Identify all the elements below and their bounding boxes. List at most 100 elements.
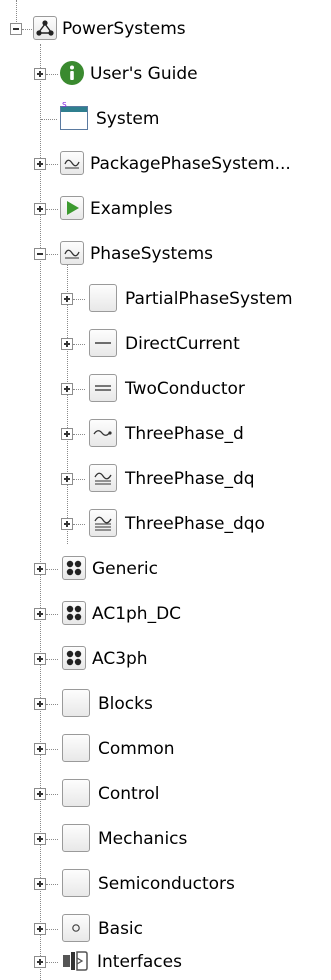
tree-node-users-guide[interactable]: User's Guide (0, 56, 331, 92)
package-icon (62, 779, 90, 807)
tree-line (46, 794, 58, 795)
tree-node-phasesystems[interactable]: PhaseSystems (0, 236, 331, 272)
ac-wave-icon (60, 151, 84, 175)
node-label: Mechanics (98, 829, 188, 849)
expand-toggle[interactable] (34, 158, 46, 170)
tree-line (73, 299, 85, 300)
node-label: Blocks (98, 694, 153, 714)
circle-package-icon (62, 914, 90, 942)
expand-toggle[interactable] (34, 68, 46, 80)
info-icon (60, 61, 84, 85)
dots-grid-icon (62, 646, 86, 670)
node-label: ThreePhase_dq (125, 469, 255, 489)
expand-toggle[interactable] (34, 788, 46, 800)
expand-toggle[interactable] (34, 698, 46, 710)
play-icon (60, 196, 84, 220)
expand-toggle[interactable] (34, 608, 46, 620)
tree-node-examples[interactable]: Examples (0, 191, 331, 227)
expand-toggle[interactable] (34, 833, 46, 845)
tree-line (73, 524, 85, 525)
tree-line (46, 962, 58, 963)
node-label: PowerSystems (62, 19, 186, 39)
node-label: Examples (90, 199, 173, 219)
expand-toggle[interactable] (34, 956, 46, 968)
package-icon (62, 869, 90, 897)
connector-icon (61, 947, 89, 975)
tree-node-packagephasesystem[interactable]: PackagePhaseSystem... (0, 146, 331, 182)
tree-line (46, 569, 58, 570)
expand-toggle[interactable] (34, 203, 46, 215)
node-label: Basic (98, 919, 144, 939)
node-label: PackagePhaseSystem... (90, 154, 291, 174)
expand-toggle[interactable] (61, 473, 73, 485)
dots-grid-icon (62, 601, 86, 625)
tree-node-system[interactable]: s System (0, 100, 331, 137)
tree-node-powersystems[interactable]: PowerSystems (0, 11, 331, 47)
dots-grid-icon (62, 556, 86, 580)
node-label: Common (98, 739, 175, 759)
tree-line (46, 749, 58, 750)
tree-node-threephase-d[interactable]: ThreePhase_d (0, 416, 331, 452)
node-label: System (96, 109, 160, 129)
tree-node-ac3ph[interactable]: AC3ph (0, 641, 331, 677)
expand-toggle[interactable] (61, 383, 73, 395)
tree-line (46, 254, 58, 255)
node-label: TwoConductor (125, 379, 245, 399)
expand-toggle[interactable] (61, 518, 73, 530)
tree-node-blocks[interactable]: Blocks (0, 686, 331, 722)
tree-line (73, 479, 85, 480)
expand-toggle[interactable] (34, 878, 46, 890)
node-label: Interfaces (97, 952, 182, 972)
node-label: Semiconductors (98, 874, 235, 894)
tree-node-partialphasesystem[interactable]: PartialPhaseSystem (0, 281, 331, 317)
tree-line (73, 389, 85, 390)
tree-node-semiconductors[interactable]: Semiconductors (0, 866, 331, 902)
package-icon (62, 689, 90, 717)
node-label: ThreePhase_dqo (125, 514, 265, 534)
tree-line (41, 119, 57, 120)
wave-small-icon (89, 419, 117, 447)
collapse-toggle[interactable] (34, 248, 46, 260)
expand-toggle[interactable] (61, 428, 73, 440)
node-label: Control (98, 784, 160, 804)
tree-node-threephase-dq[interactable]: ThreePhase_dq (0, 461, 331, 497)
node-label: AC3ph (92, 649, 148, 669)
tree-node-generic[interactable]: Generic (0, 551, 331, 587)
node-label: PhaseSystems (90, 244, 214, 264)
tree-node-twoconductor[interactable]: TwoConductor (0, 371, 331, 407)
expand-toggle[interactable] (34, 563, 46, 575)
tree-line (46, 659, 58, 660)
tree-line (46, 929, 58, 930)
node-label: User's Guide (90, 64, 198, 84)
tree-node-basic[interactable]: Basic (0, 911, 331, 947)
node-label: DirectCurrent (125, 334, 240, 354)
tree-line (46, 74, 58, 75)
node-label: Generic (92, 559, 158, 579)
expand-toggle[interactable] (34, 923, 46, 935)
tree-node-common[interactable]: Common (0, 731, 331, 767)
tree-line (46, 164, 58, 165)
expand-toggle[interactable] (34, 743, 46, 755)
system-window-icon: s (60, 100, 88, 130)
tree-node-threephase-dqo[interactable]: ThreePhase_dqo (0, 506, 331, 542)
wave-double-icon (89, 464, 117, 492)
double-line-icon (89, 374, 117, 402)
expand-toggle[interactable] (34, 653, 46, 665)
collapse-toggle[interactable] (10, 23, 22, 35)
tree-line (73, 434, 85, 435)
tree-node-directcurrent[interactable]: DirectCurrent (0, 326, 331, 362)
node-label: PartialPhaseSystem (125, 289, 293, 309)
tree-line (73, 344, 85, 345)
tree-node-control[interactable]: Control (0, 776, 331, 812)
tree-line (46, 704, 58, 705)
tree-node-mechanics[interactable]: Mechanics (0, 821, 331, 857)
wave-triple-icon (89, 509, 117, 537)
expand-toggle[interactable] (61, 338, 73, 350)
tree-node-ac1ph-dc[interactable]: AC1ph_DC (0, 596, 331, 632)
package-icon (62, 824, 90, 852)
node-label: AC1ph_DC (92, 604, 182, 624)
expand-toggle[interactable] (61, 293, 73, 305)
tree-line (46, 884, 58, 885)
tree-node-interfaces[interactable]: Interfaces (0, 944, 331, 980)
network-icon (33, 16, 57, 40)
